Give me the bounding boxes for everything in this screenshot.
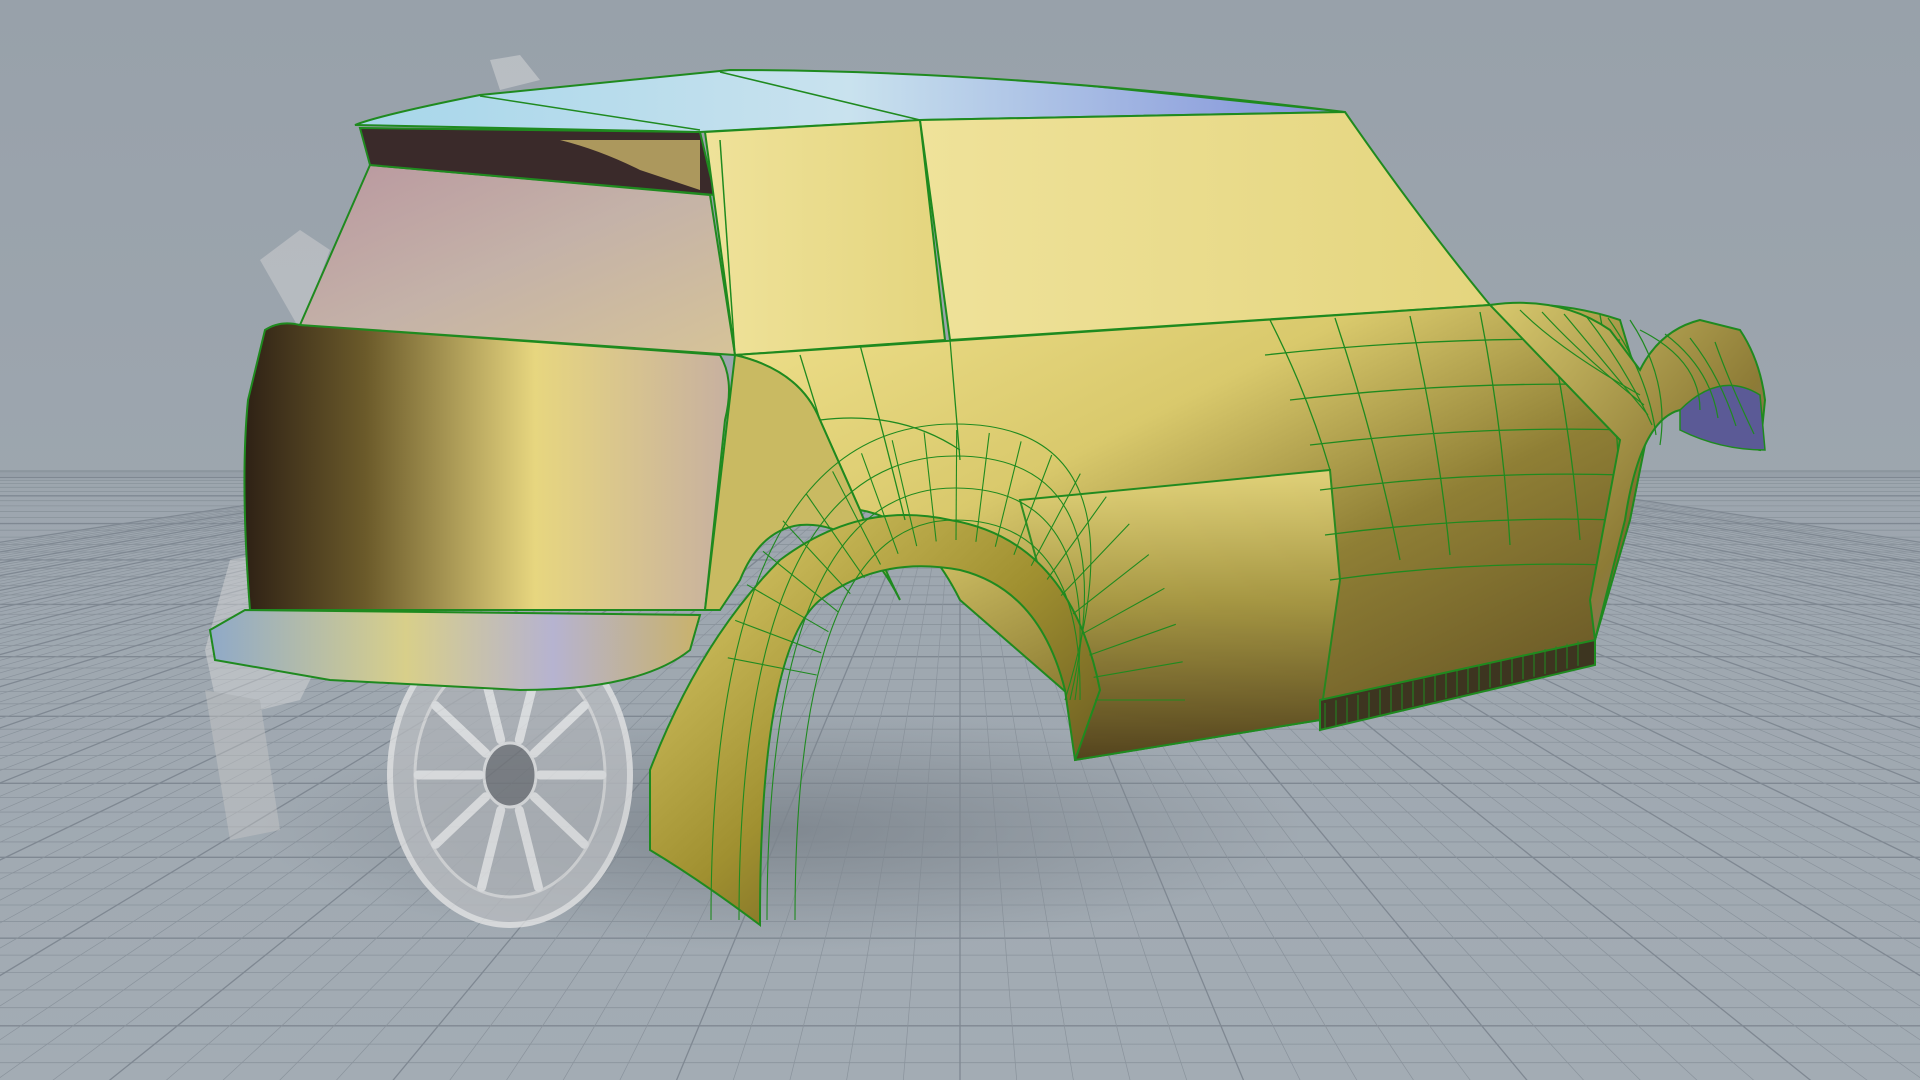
rear-window: [298, 163, 737, 357]
3d-viewport[interactable]: [0, 0, 1920, 1080]
c-pillar: [703, 118, 947, 357]
rear-tailgate-panel: [243, 322, 730, 611]
